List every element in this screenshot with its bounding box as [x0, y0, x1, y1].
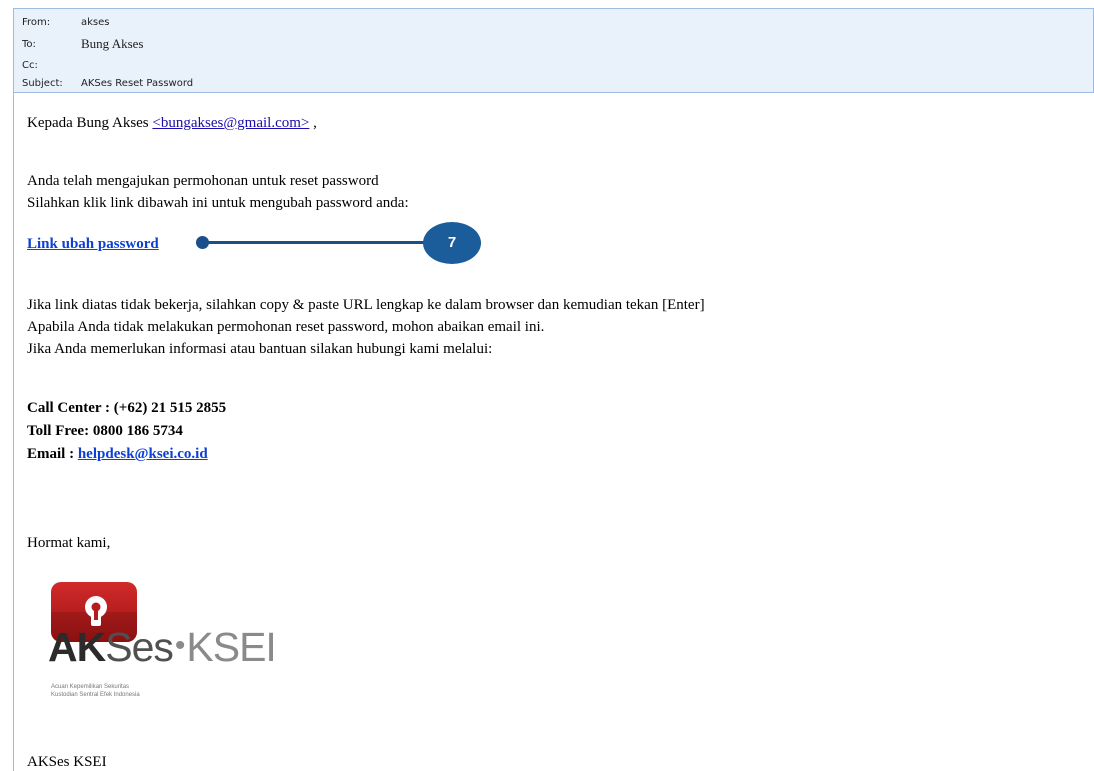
reset-password-link[interactable]: Link ubah password [27, 236, 159, 252]
recipient-email-link[interactable]: <bungakses@gmail.com> [152, 115, 309, 131]
body-line-3: Jika link diatas tidak bekerja, silahkan… [27, 297, 705, 313]
body-line-1: Anda telah mengajukan permohonan untuk r… [27, 173, 379, 189]
logo-ses: Ses [105, 624, 174, 670]
body-line-5: Jika Anda memerlukan informasi atau bant… [27, 341, 493, 357]
logo-ak: AK [48, 624, 106, 670]
logo-tagline-1: Acuan Kepemilikan Sekuritas [51, 684, 130, 690]
email-contact: Email : helpdesk@ksei.co.id [27, 445, 208, 463]
logo-separator: • [174, 629, 185, 662]
akses-ksei-logo: AKSes•KSEI Acuan Kepemilikan Sekuritas K… [48, 582, 298, 712]
body-line-4: Apabila Anda tidak melakukan permohonan … [27, 319, 545, 335]
email-contact-label: Email : [27, 446, 78, 462]
closing: Hormat kami, [27, 535, 111, 551]
logo-tagline-2: Kustodian Sentral Efek Indonesia [51, 692, 140, 698]
greeting-suffix: , [309, 115, 317, 131]
email-body: Kepada Bung Akses <bungakses@gmail.com> … [0, 0, 1094, 771]
signature: AKSes KSEI [27, 754, 107, 770]
reset-link-row: Link ubah password [27, 235, 159, 253]
greeting-prefix: Kepada Bung Akses [27, 115, 149, 131]
helpdesk-email-link[interactable]: helpdesk@ksei.co.id [78, 446, 208, 462]
callout-number-badge: 7 [423, 222, 481, 264]
logo-wordmark: AKSes•KSEI [48, 624, 277, 671]
toll-free: Toll Free: 0800 186 5734 [27, 423, 183, 439]
greeting: Kepada Bung Akses <bungakses@gmail.com> … [27, 114, 317, 132]
body-line-2: Silahkan klik link dibawah ini untuk men… [27, 195, 409, 211]
callout-line [204, 241, 434, 244]
call-center: Call Center : (+62) 21 515 2855 [27, 400, 227, 416]
logo-ksei: KSEI [186, 624, 276, 670]
